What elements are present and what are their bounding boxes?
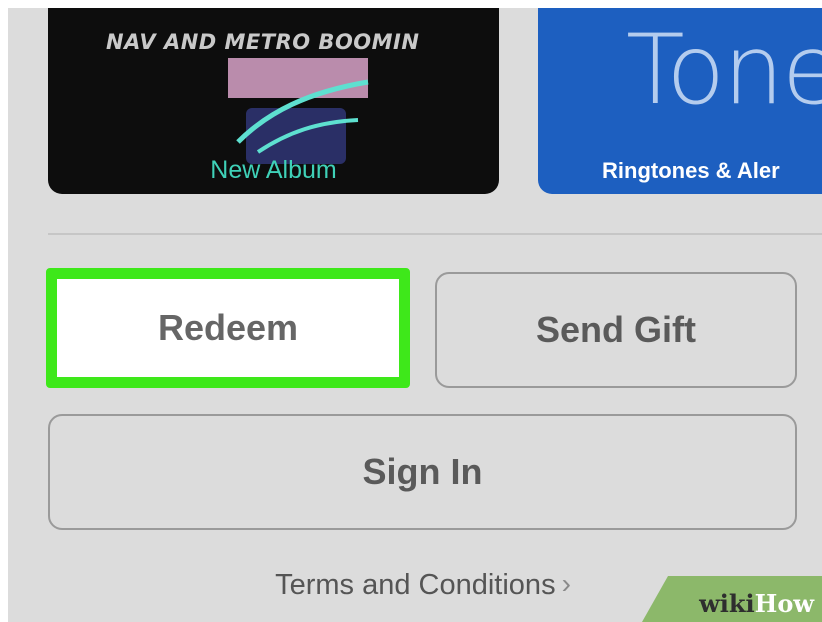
tones-art-text: Tone [626,14,822,126]
redeem-button[interactable]: Redeem [46,268,410,388]
ringtones-tile[interactable]: Tone Ringtones & Aler [538,8,822,194]
send-gift-button[interactable]: Send Gift [435,272,797,388]
screenshot: NAV AND METRO BOOMIN New Album Tone Ring… [0,0,822,622]
watermark-text: wikiHow [699,589,814,618]
watermark-part1: wiki [699,589,755,618]
watermark-part2: How [754,589,814,618]
terms-link-label: Terms and Conditions [275,569,556,601]
redeem-button-label: Redeem [157,307,299,348]
divider [48,233,822,235]
album-art-image [228,58,369,164]
new-album-label: New Album [210,156,337,184]
store-panel: NAV AND METRO BOOMIN New Album Tone Ring… [8,8,822,622]
new-album-tile[interactable]: NAV AND METRO BOOMIN New Album [48,8,499,194]
sign-in-button-label: Sign In [362,451,483,492]
send-gift-button-label: Send Gift [536,309,696,350]
ringtones-label: Ringtones & Aler [602,158,780,183]
sign-in-button[interactable]: Sign In [48,414,797,530]
chevron-right-icon: › [561,568,571,599]
wikihow-watermark: wikiHow [642,576,822,622]
album-artist-text: NAV AND METRO BOOMIN [106,30,420,54]
